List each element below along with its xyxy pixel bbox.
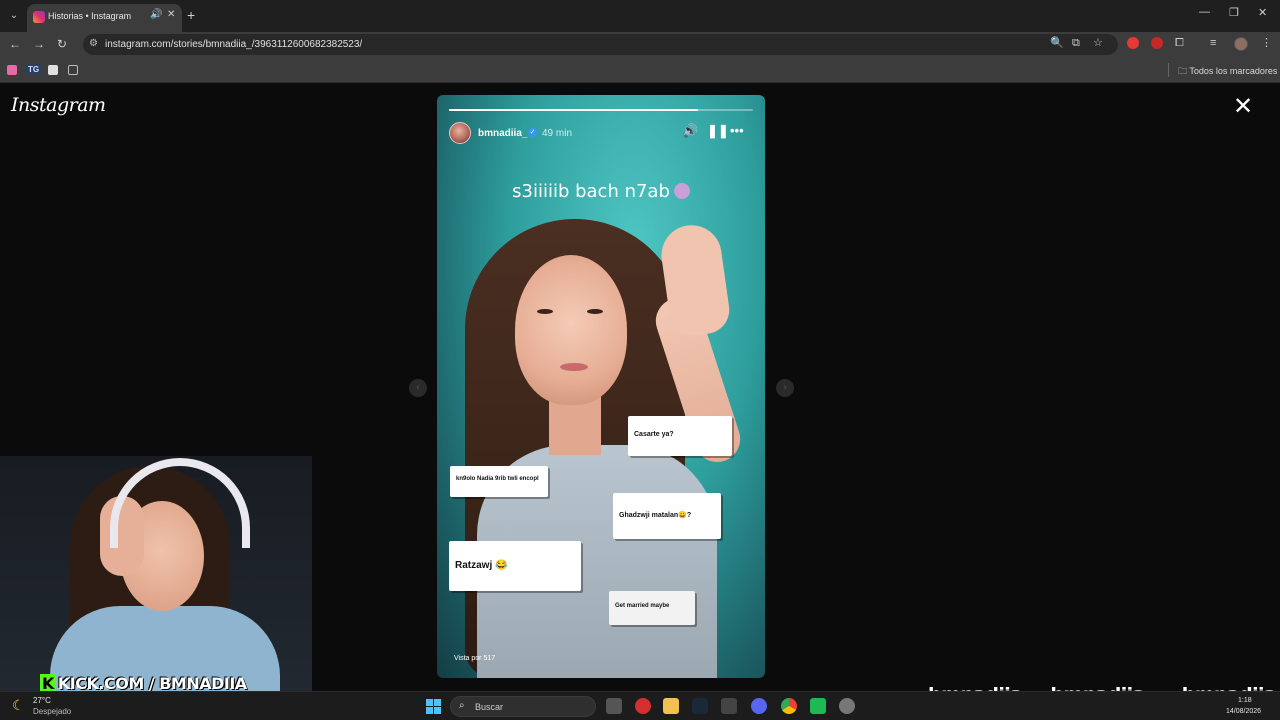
media-control-icon[interactable]: ≡ xyxy=(1210,36,1216,50)
tab-close-icon[interactable]: ✕ xyxy=(167,9,175,20)
question-sticker[interactable]: Ratzawj 😂 xyxy=(449,541,581,591)
windows-taskbar: ☾ 27°C Despejado ⌕ Buscar 1:18 14/08/202… xyxy=(0,691,1280,720)
windows-start-icon[interactable] xyxy=(426,699,441,714)
bookmark-tg[interactable]: TG xyxy=(26,64,42,75)
story-person-eye xyxy=(537,309,553,314)
sticker-text: Ratzawj 😂 xyxy=(455,560,508,571)
story-caption: s3iiiiib bach n7ab xyxy=(437,181,765,202)
clock-time[interactable]: 1:18 xyxy=(1238,697,1252,704)
address-bar[interactable]: ⚙ instagram.com/stories/bmnadiia_/396311… xyxy=(83,34,1118,55)
webcam-overlay xyxy=(0,456,312,691)
tab-audio-icon[interactable]: 🔊 xyxy=(150,9,162,20)
url-text: instagram.com/stories/bmnadiia_/39631126… xyxy=(105,39,363,50)
story-person-lips xyxy=(560,363,588,371)
story-time: 49 min xyxy=(542,128,573,139)
story-caption-text: s3iiiiib bach n7ab xyxy=(512,181,670,202)
browser-tab[interactable]: Historias • Instagram 🔊 ✕ xyxy=(27,4,182,32)
forward-button[interactable]: → xyxy=(33,37,45,51)
file-explorer-icon[interactable] xyxy=(663,698,679,714)
site-info-icon[interactable]: ⚙ xyxy=(89,38,98,49)
instagram-favicon-icon xyxy=(33,11,45,23)
bookmark-pink[interactable] xyxy=(7,65,17,75)
menu-dots-icon[interactable]: ⋮ xyxy=(1261,36,1272,50)
reload-button[interactable]: ↻ xyxy=(57,37,67,51)
window-close-button[interactable]: ✕ xyxy=(1258,6,1267,19)
tab-search-button[interactable]: ⌄ xyxy=(6,8,22,24)
previous-story-arrow-icon[interactable]: ‹ xyxy=(409,379,427,397)
weather-description[interactable]: Despejado xyxy=(33,707,71,716)
back-button[interactable]: ← xyxy=(9,37,21,51)
new-tab-button[interactable]: + xyxy=(187,7,195,23)
question-sticker[interactable]: kn9olo Nadia 9rib twli encopl xyxy=(450,466,548,497)
discord-icon[interactable] xyxy=(751,698,767,714)
sticker-text: kn9olo Nadia 9rib twli encopl xyxy=(456,476,539,482)
question-sticker[interactable]: Ghadzwji matalan😀? xyxy=(613,493,721,539)
story-views[interactable]: Vista por 517 xyxy=(454,655,495,662)
verified-badge-icon: ✓ xyxy=(528,128,537,137)
instagram-logo[interactable]: Instagram xyxy=(11,94,106,116)
story-avatar[interactable] xyxy=(449,122,471,144)
moon-weather-icon[interactable]: ☾ xyxy=(12,697,25,714)
story-progress-bar xyxy=(449,109,753,111)
story-person-face xyxy=(515,255,627,405)
bookmarks-bar: TG 🗀 Todos los marcadores xyxy=(0,57,1280,83)
more-options-icon[interactable]: ••• xyxy=(730,124,744,138)
search-icon: ⌕ xyxy=(459,700,465,711)
steam-icon[interactable] xyxy=(692,698,708,714)
next-story-arrow-icon[interactable]: › xyxy=(776,379,794,397)
all-bookmarks-label: Todos los marcadores xyxy=(1189,66,1278,76)
tab-title: Historias • Instagram xyxy=(48,11,132,21)
sticker-text: Get married maybe xyxy=(615,603,670,609)
browser-toolbar: ← → ↻ ⚙ instagram.com/stories/bmnadiia_/… xyxy=(0,32,1280,57)
sticker-text: Ghadzwji matalan😀? xyxy=(619,512,692,519)
story-username[interactable]: bmnadiia_ xyxy=(478,128,527,139)
question-sticker[interactable]: Get married maybe xyxy=(609,591,695,625)
extension-red-icon[interactable] xyxy=(1127,37,1139,49)
story-person-eye xyxy=(587,309,603,314)
pause-icon[interactable]: ❚❚ xyxy=(707,124,729,138)
weather-temperature[interactable]: 27°C xyxy=(33,696,51,705)
close-story-icon[interactable]: ✕ xyxy=(1233,95,1253,119)
all-bookmarks-folder[interactable]: 🗀 Todos los marcadores xyxy=(1178,64,1277,80)
browser-tab-bar: ⌄ Historias • Instagram 🔊 ✕ + — ❐ ✕ xyxy=(0,0,1280,32)
zoom-icon[interactable]: 🔍 xyxy=(1050,36,1064,50)
taskbar-search-placeholder: Buscar xyxy=(475,702,504,712)
story-progress-fill xyxy=(449,109,699,111)
bookmark-separator xyxy=(1168,63,1169,77)
apps-grid-icon[interactable] xyxy=(68,65,78,75)
sticker-text: Casarte ya? xyxy=(634,431,674,438)
app-icon[interactable] xyxy=(721,698,737,714)
bookmark-star-icon[interactable]: ☆ xyxy=(1093,36,1103,50)
taskbar-search-box[interactable]: ⌕ Buscar xyxy=(450,696,596,717)
extension-badge-icon[interactable] xyxy=(1151,37,1163,49)
bookmark-white[interactable] xyxy=(48,65,58,75)
opera-icon[interactable] xyxy=(635,698,651,714)
cast-icon[interactable]: ⧉ xyxy=(1072,36,1080,50)
story-viewer[interactable]: bmnadiia_ ✓ 49 min 🔊 ❚❚ ••• s3iiiiib bac… xyxy=(437,95,765,678)
shrug-emoji-icon xyxy=(673,183,690,199)
minimize-button[interactable]: — xyxy=(1199,6,1210,18)
media-app-icon[interactable] xyxy=(810,698,826,714)
restore-button[interactable]: ❐ xyxy=(1229,6,1239,19)
obs-icon[interactable] xyxy=(839,698,855,714)
extensions-puzzle-icon[interactable]: ⧠ xyxy=(1175,36,1184,50)
profile-avatar[interactable] xyxy=(1234,37,1248,51)
chrome-icon[interactable] xyxy=(781,698,797,714)
clock-date[interactable]: 14/08/2026 xyxy=(1226,708,1261,715)
question-sticker[interactable]: Casarte ya? xyxy=(628,416,732,456)
task-view-icon[interactable] xyxy=(606,698,622,714)
mute-icon[interactable]: 🔊 xyxy=(682,124,698,138)
